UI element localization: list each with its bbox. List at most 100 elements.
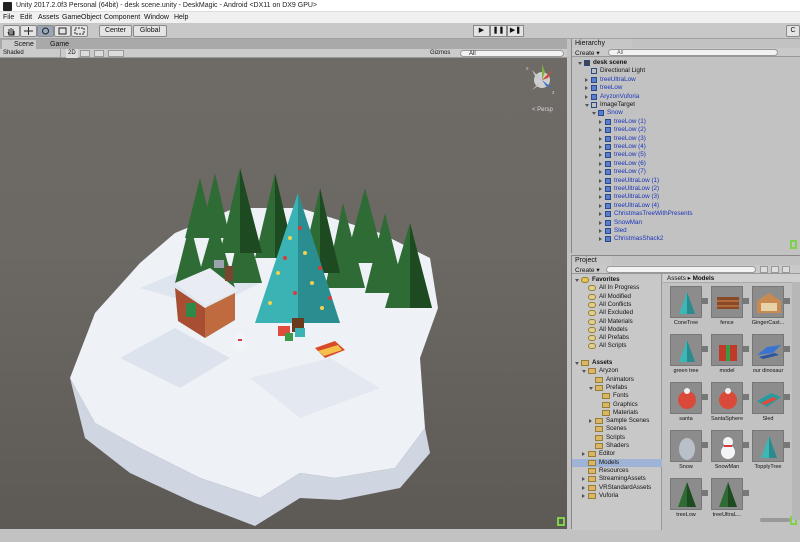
expand-arrow-icon[interactable] xyxy=(784,298,790,304)
project-tree-item[interactable]: Vuforia xyxy=(572,492,662,500)
asset-tile[interactable]: TopplyTree xyxy=(752,430,790,472)
collapse-arrow-icon[interactable] xyxy=(599,195,602,200)
scene-search-input[interactable]: All xyxy=(460,50,564,57)
collapse-arrow-icon[interactable] xyxy=(599,145,602,149)
asset-tile[interactable]: fence xyxy=(711,286,749,328)
collapse-arrow-icon[interactable] xyxy=(585,77,588,82)
collapse-arrow-icon[interactable] xyxy=(599,161,602,166)
rect-tool-button[interactable] xyxy=(71,25,88,37)
collapse-arrow-icon[interactable] xyxy=(599,220,602,225)
project-scrollbar[interactable] xyxy=(792,282,800,520)
collapse-arrow-icon[interactable] xyxy=(585,86,588,91)
collapse-arrow-icon[interactable] xyxy=(589,419,592,424)
collapse-arrow-icon[interactable] xyxy=(599,237,602,242)
project-tree-item[interactable]: Materials xyxy=(572,409,662,417)
asset-tile[interactable]: Snow xyxy=(670,430,708,472)
expand-arrow-icon[interactable] xyxy=(702,346,708,352)
pause-button[interactable]: ❚❚ xyxy=(490,25,507,37)
menu-edit[interactable]: Edit xyxy=(20,14,32,21)
project-tree-item[interactable]: Graphics xyxy=(572,401,662,409)
asset-tile[interactable]: SnowMan xyxy=(711,430,749,472)
expand-arrow-icon[interactable] xyxy=(585,104,589,107)
expand-arrow-icon[interactable] xyxy=(582,370,586,374)
menu-gameobject[interactable]: GameObject xyxy=(62,14,101,21)
collapse-arrow-icon[interactable] xyxy=(599,187,602,191)
thumbnail-size-slider[interactable] xyxy=(760,518,790,522)
filter-type-icon[interactable] xyxy=(760,266,768,273)
expand-arrow-icon[interactable] xyxy=(784,394,790,400)
project-tree-item[interactable]: Sample Scenes xyxy=(572,417,662,425)
tab-project[interactable]: Project xyxy=(572,256,612,265)
asset-tile[interactable]: treeUltraL... xyxy=(711,478,749,520)
expand-arrow-icon[interactable] xyxy=(702,298,708,304)
expand-arrow-icon[interactable] xyxy=(743,442,749,448)
project-tree-item[interactable]: All In Progress xyxy=(572,284,662,292)
collapse-arrow-icon[interactable] xyxy=(599,178,602,183)
hierarchy-search-input[interactable]: All xyxy=(608,49,778,56)
menu-assets[interactable]: Assets xyxy=(38,14,59,21)
collapse-arrow-icon[interactable] xyxy=(582,493,585,498)
collapse-arrow-icon[interactable] xyxy=(599,212,602,217)
project-tree-item[interactable]: All Conflicts xyxy=(572,301,662,309)
collapse-arrow-icon[interactable] xyxy=(585,94,588,99)
expand-arrow-icon[interactable] xyxy=(592,112,596,116)
breadcrumb-assets[interactable]: Assets xyxy=(663,275,686,282)
scale-tool-button[interactable] xyxy=(54,25,71,37)
shading-dropdown[interactable]: Shaded xyxy=(3,49,61,58)
expand-arrow-icon[interactable] xyxy=(578,62,582,65)
hierarchy-create-button[interactable]: Create ▾ xyxy=(575,49,600,57)
star-icon[interactable] xyxy=(782,266,790,273)
project-tree-item[interactable]: StreamingAssets xyxy=(572,475,662,483)
asset-tile[interactable]: our dinosaur xyxy=(752,334,790,376)
mode-2d-toggle[interactable]: 2D xyxy=(66,49,78,58)
collapse-arrow-icon[interactable] xyxy=(599,170,602,175)
project-tree-item[interactable]: All Models xyxy=(572,326,662,334)
asset-tile[interactable]: Sled xyxy=(752,382,790,424)
expand-arrow-icon[interactable] xyxy=(702,394,708,400)
expand-arrow-icon[interactable] xyxy=(743,490,749,496)
collapse-arrow-icon[interactable] xyxy=(582,477,585,482)
breadcrumb-models[interactable]: Models xyxy=(693,275,715,282)
collapse-arrow-icon[interactable] xyxy=(599,128,602,133)
project-tree-item[interactable]: All Scripts xyxy=(572,342,662,350)
project-tree-item[interactable]: Assets xyxy=(572,359,662,367)
expand-arrow-icon[interactable] xyxy=(702,442,708,448)
menu-help[interactable]: Help xyxy=(174,14,188,21)
tab-hierarchy[interactable]: Hierarchy xyxy=(572,39,632,48)
menu-file[interactable]: File xyxy=(3,14,14,21)
space-toggle[interactable]: Global xyxy=(133,25,167,37)
menu-window[interactable]: Window xyxy=(144,14,169,21)
collapse-arrow-icon[interactable] xyxy=(582,485,585,490)
asset-tile[interactable]: santa xyxy=(670,382,708,424)
asset-tile[interactable]: green tree xyxy=(670,334,708,376)
menu-component[interactable]: Component xyxy=(104,14,140,21)
expand-arrow-icon[interactable] xyxy=(575,279,579,282)
orientation-gizmo[interactable]: x z < Persp xyxy=(526,64,555,113)
project-search-input[interactable] xyxy=(606,266,756,273)
collapse-arrow-icon[interactable] xyxy=(599,229,602,233)
project-tree-item[interactable]: Resources xyxy=(572,467,662,475)
rotate-tool-button[interactable] xyxy=(37,25,54,37)
project-tree-item[interactable]: Animators xyxy=(572,376,662,384)
audio-toggle[interactable] xyxy=(94,50,104,57)
tab-game[interactable]: Game xyxy=(38,40,72,49)
project-tree-item[interactable]: All Modified xyxy=(572,293,662,301)
project-tree-item[interactable]: Scenes xyxy=(572,425,662,433)
scene-viewport[interactable]: x z < Persp xyxy=(0,58,567,529)
project-create-button[interactable]: Create ▾ xyxy=(575,266,600,274)
expand-arrow-icon[interactable] xyxy=(589,386,593,390)
effects-dropdown[interactable] xyxy=(108,50,124,57)
project-tree-item[interactable]: Shaders xyxy=(572,442,662,450)
expand-arrow-icon[interactable] xyxy=(784,346,790,352)
collapse-arrow-icon[interactable] xyxy=(599,119,602,124)
lighting-toggle[interactable] xyxy=(80,50,90,57)
asset-tile[interactable]: SantaSphere xyxy=(711,382,749,424)
move-tool-button[interactable] xyxy=(20,25,37,37)
project-tree-item[interactable]: All Excluded xyxy=(572,309,662,317)
expand-arrow-icon[interactable] xyxy=(743,346,749,352)
collapse-arrow-icon[interactable] xyxy=(599,203,602,208)
expand-arrow-icon[interactable] xyxy=(743,394,749,400)
project-tree-item[interactable]: Editor xyxy=(572,450,662,458)
play-button[interactable]: ▶ xyxy=(473,25,490,37)
expand-arrow-icon[interactable] xyxy=(575,362,579,365)
